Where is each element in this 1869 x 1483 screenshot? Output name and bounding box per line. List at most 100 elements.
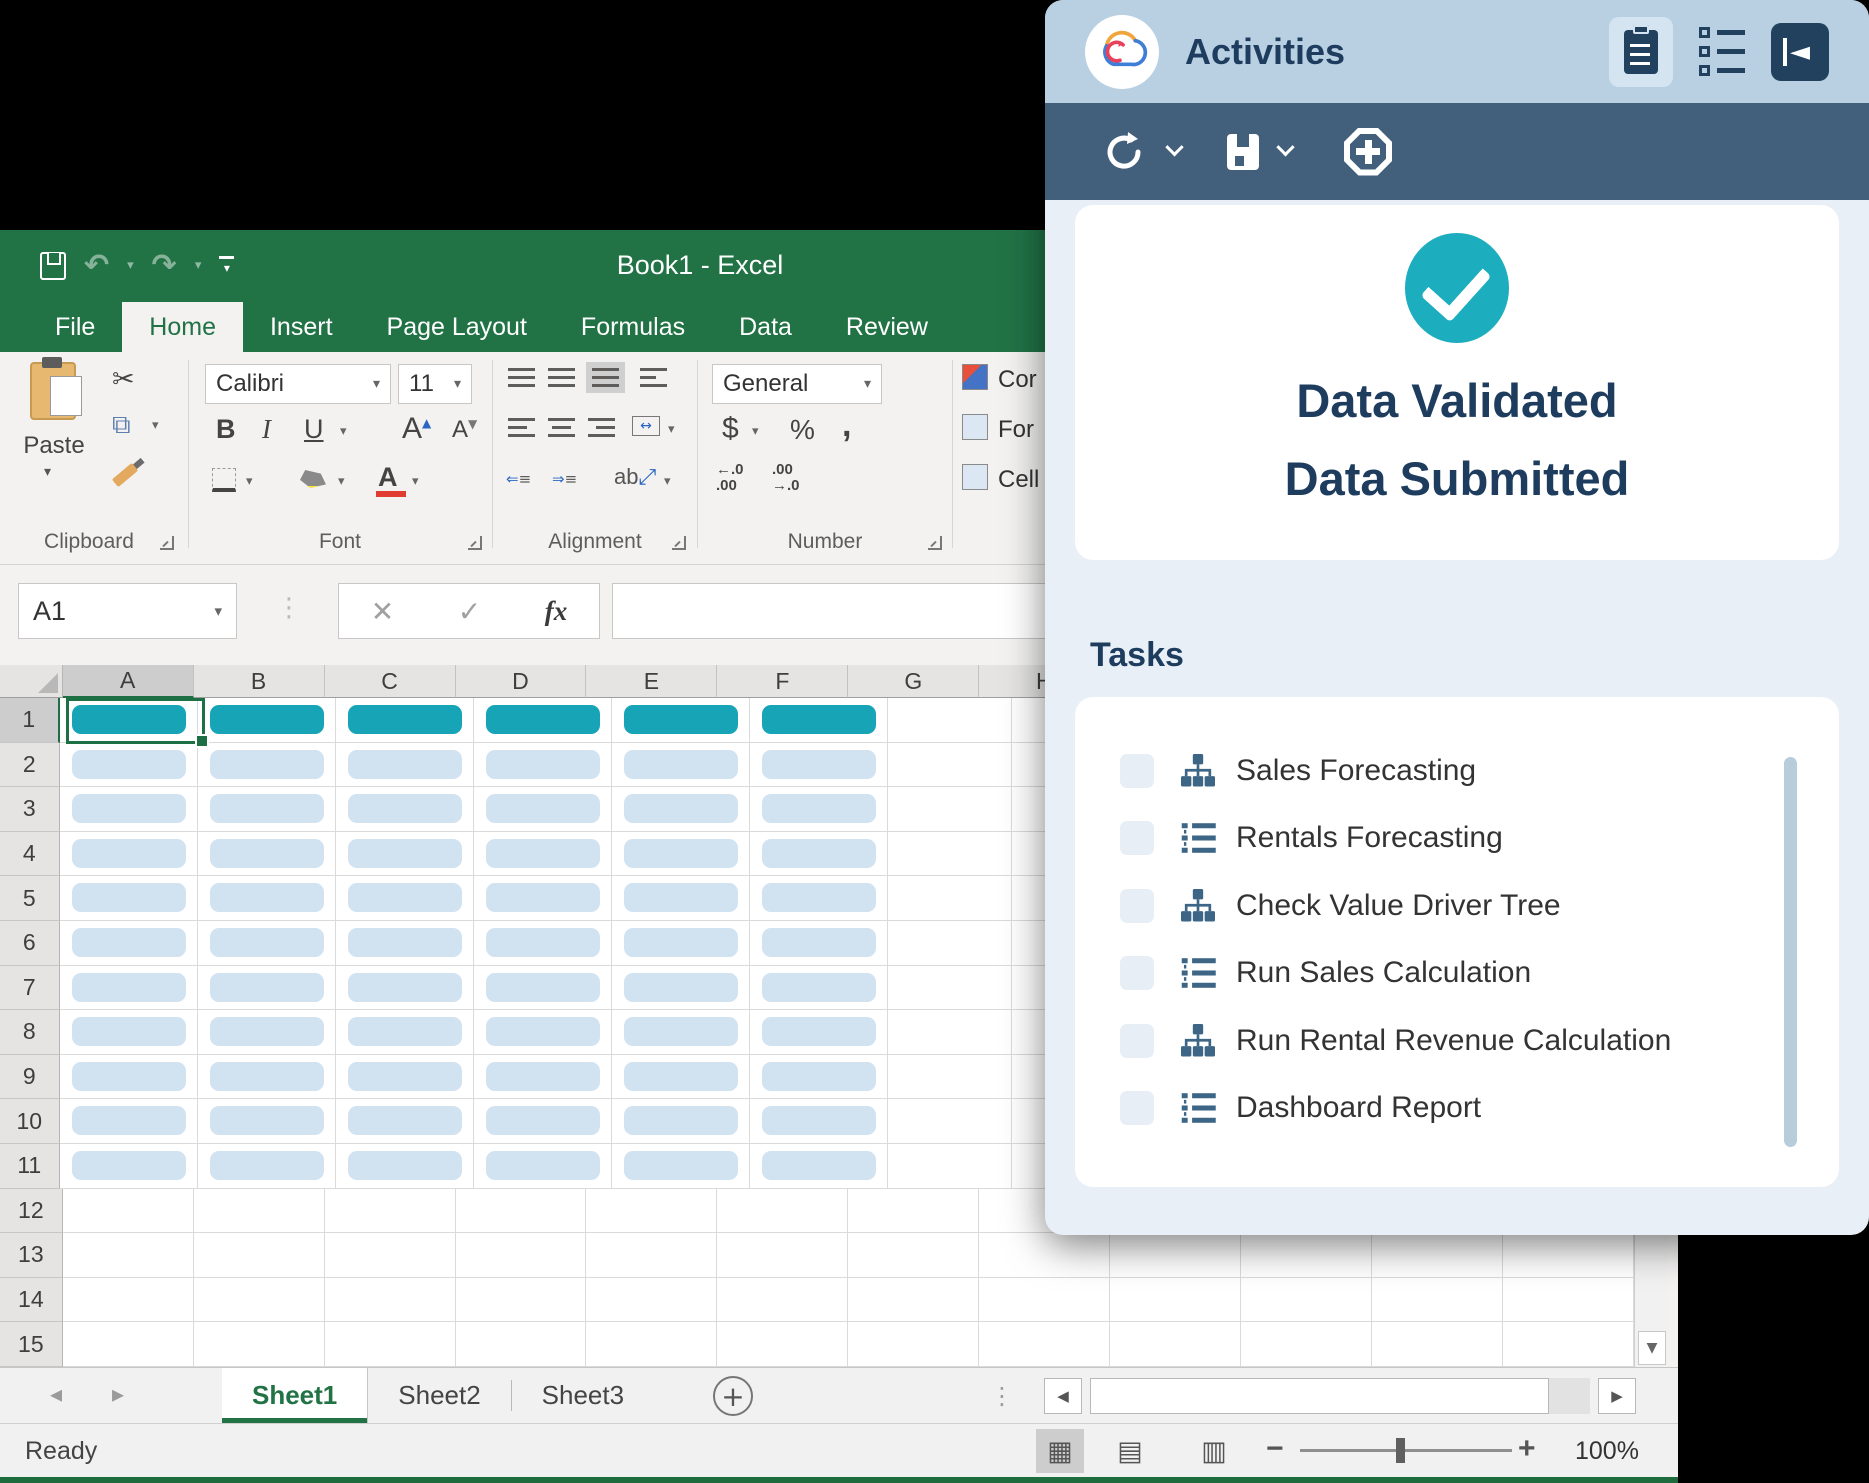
task-row-sales-forecasting[interactable]: Sales Forecasting (1075, 737, 1839, 805)
cell-e12[interactable] (586, 1189, 717, 1234)
row-header-14[interactable]: 14 (0, 1278, 63, 1323)
cell-a2[interactable] (60, 743, 198, 788)
cell-c6[interactable] (336, 921, 474, 966)
zoom-slider[interactable] (1300, 1449, 1512, 1452)
ribbon-tab-home[interactable]: Home (122, 302, 243, 352)
cell-k14[interactable] (1372, 1278, 1503, 1323)
shrink-font-button[interactable]: A▼ (452, 416, 477, 444)
cell-c2[interactable] (336, 743, 474, 788)
cell-b9[interactable] (198, 1055, 336, 1100)
cell-e2[interactable] (612, 743, 750, 788)
cell-a7[interactable] (60, 966, 198, 1011)
zoom-in-icon[interactable]: + (1518, 1432, 1536, 1466)
redo-icon[interactable]: ↷ (152, 248, 177, 283)
cell-b4[interactable] (198, 832, 336, 877)
sheet-nav-prev-icon[interactable]: ◂ (50, 1380, 62, 1408)
cell-e8[interactable] (612, 1010, 750, 1055)
cell-d4[interactable] (474, 832, 612, 877)
ribbon-tab-insert[interactable]: Insert (243, 302, 360, 352)
scroll-right-icon[interactable]: ▶ (1598, 1378, 1636, 1414)
undo-dropdown-icon[interactable]: ▾ (127, 258, 134, 273)
row-header-2[interactable]: 2 (0, 743, 60, 788)
cell-b3[interactable] (198, 787, 336, 832)
insert-function-icon[interactable]: fx (545, 596, 568, 627)
percent-format-icon[interactable]: % (790, 414, 815, 446)
task-checkbox[interactable] (1120, 1091, 1154, 1125)
cell-e6[interactable] (612, 921, 750, 966)
cell-d15[interactable] (456, 1322, 587, 1367)
wrap-text-icon[interactable] (640, 368, 667, 387)
align-bottom-icon[interactable] (592, 368, 619, 387)
cell-a10[interactable] (60, 1099, 198, 1144)
cell-f10[interactable] (750, 1099, 888, 1144)
fill-color-icon[interactable] (300, 470, 326, 488)
cell-e15[interactable] (586, 1322, 717, 1367)
cell-k13[interactable] (1372, 1233, 1503, 1278)
cell-g4[interactable] (888, 832, 1012, 877)
cell-d2[interactable] (474, 743, 612, 788)
column-header-e[interactable]: E (586, 665, 717, 698)
cell-a15[interactable] (63, 1322, 194, 1367)
cell-c5[interactable] (336, 876, 474, 921)
sheet-tab-sheet3[interactable]: Sheet3 (512, 1368, 654, 1423)
row-header-4[interactable]: 4 (0, 832, 60, 877)
cell-d5[interactable] (474, 876, 612, 921)
cancel-entry-icon[interactable]: ✕ (371, 595, 394, 628)
column-header-d[interactable]: D (456, 665, 587, 698)
cell-e3[interactable] (612, 787, 750, 832)
cell-l15[interactable] (1503, 1322, 1634, 1367)
cell-g9[interactable] (888, 1055, 1012, 1100)
column-header-f[interactable]: F (717, 665, 848, 698)
orientation-dropdown-icon[interactable]: ▾ (664, 474, 671, 489)
sheet-tab-sheet1[interactable]: Sheet1 (222, 1368, 368, 1423)
cell-b6[interactable] (198, 921, 336, 966)
italic-button[interactable]: I (262, 414, 271, 445)
cell-b7[interactable] (198, 966, 336, 1011)
name-box-dropdown-icon[interactable]: ▾ (214, 602, 222, 620)
currency-dropdown-icon[interactable]: ▾ (752, 424, 759, 439)
task-row-check-value-driver-tree[interactable]: Check Value Driver Tree (1075, 872, 1839, 940)
zoom-out-icon[interactable]: − (1266, 1432, 1284, 1466)
cell-f8[interactable] (750, 1010, 888, 1055)
merge-center-dropdown-icon[interactable]: ▾ (668, 422, 675, 437)
add-sheet-button[interactable]: + (713, 1376, 753, 1416)
underline-button[interactable]: U (304, 414, 324, 445)
column-header-g[interactable]: G (848, 665, 979, 698)
cell-d11[interactable] (474, 1144, 612, 1189)
cell-g3[interactable] (888, 787, 1012, 832)
cell-b14[interactable] (194, 1278, 325, 1323)
merge-center-icon[interactable]: ↔ (632, 416, 660, 436)
font-name-combo[interactable]: Calibri▾ (205, 364, 391, 404)
row-header-5[interactable]: 5 (0, 876, 60, 921)
page-layout-view-button[interactable]: ▤ (1106, 1429, 1154, 1473)
cell-f12[interactable] (717, 1189, 848, 1234)
cell-c15[interactable] (325, 1322, 456, 1367)
cell-d14[interactable] (456, 1278, 587, 1323)
cell-j14[interactable] (1241, 1278, 1372, 1323)
currency-format-icon[interactable]: $ (722, 412, 739, 446)
cell-a3[interactable] (60, 787, 198, 832)
cell-a14[interactable] (63, 1278, 194, 1323)
cell-b1[interactable] (198, 698, 336, 743)
cell-c1[interactable] (336, 698, 474, 743)
scroll-down-icon[interactable]: ▼ (1638, 1331, 1666, 1365)
align-right-icon[interactable] (588, 418, 615, 437)
save-dropdown-icon[interactable] (1276, 138, 1294, 156)
cell-d3[interactable] (474, 787, 612, 832)
cell-g12[interactable] (848, 1189, 979, 1234)
cell-h13[interactable] (979, 1233, 1110, 1278)
paste-clipboard-icon[interactable] (30, 362, 76, 420)
cell-c14[interactable] (325, 1278, 456, 1323)
ribbon-tab-page-layout[interactable]: Page Layout (360, 302, 554, 352)
zoom-slider-thumb[interactable] (1396, 1438, 1405, 1463)
task-checkbox[interactable] (1120, 889, 1154, 923)
format-as-table-label[interactable]: For (998, 416, 1034, 444)
cell-d10[interactable] (474, 1099, 612, 1144)
align-top-icon[interactable] (508, 368, 535, 387)
task-checkbox[interactable] (1120, 956, 1154, 990)
cell-e9[interactable] (612, 1055, 750, 1100)
cell-e13[interactable] (586, 1233, 717, 1278)
confirm-entry-icon[interactable]: ✓ (458, 595, 481, 628)
cell-a8[interactable] (60, 1010, 198, 1055)
font-size-combo[interactable]: 11▾ (398, 364, 472, 404)
